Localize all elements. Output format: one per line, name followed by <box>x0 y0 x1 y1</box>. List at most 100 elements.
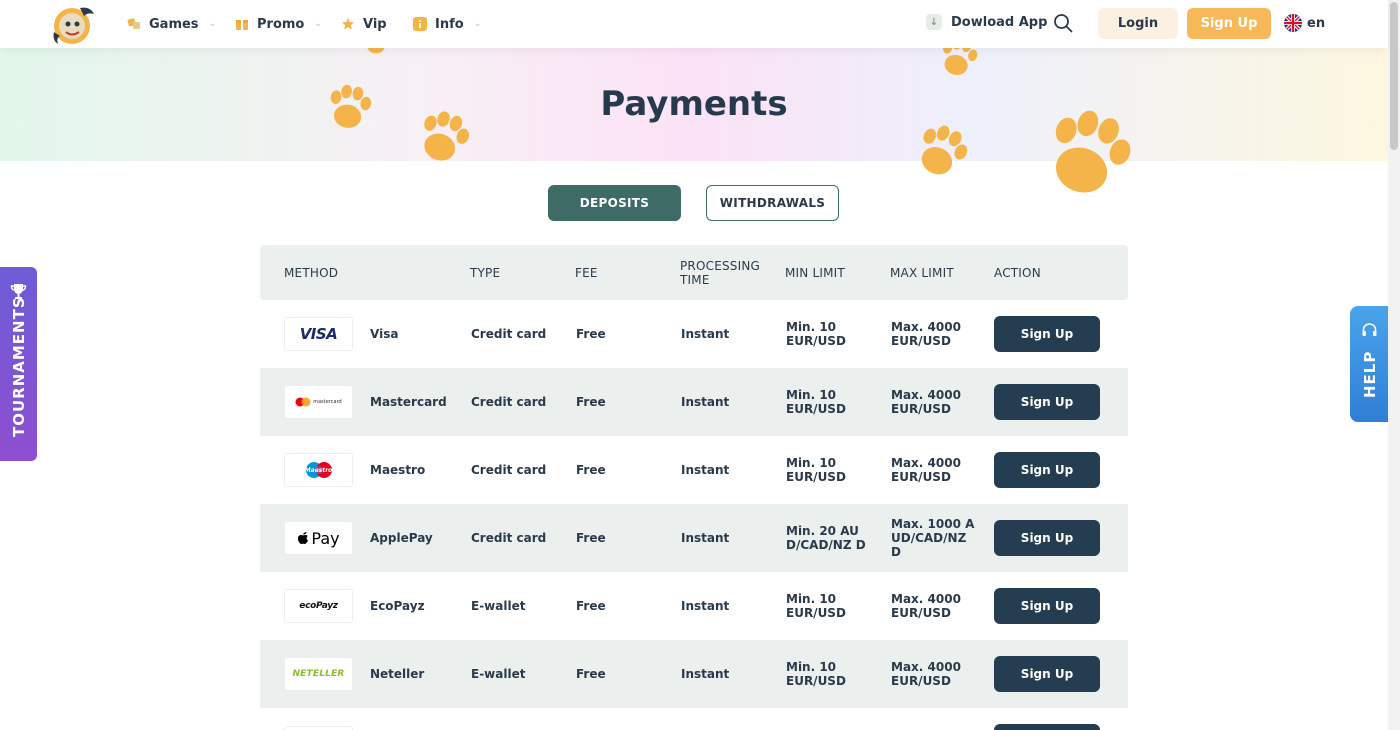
method-max: Max. 4000 EUR/USD <box>891 592 961 620</box>
page-title: Payments <box>600 84 788 124</box>
nav-info[interactable]: Info ⌄ <box>413 14 481 34</box>
method-max: Max. 4000 EUR/USD <box>891 320 961 348</box>
table-row: Maestro Maestro Credit card Free Instant… <box>260 436 1128 504</box>
row-signup-button[interactable]: Sign Up <box>994 452 1100 488</box>
method-min: Min. 10 EUR/USD <box>786 592 846 620</box>
method-max: Max. 1000 AUD/CAD/NZ D <box>891 517 975 559</box>
tournaments-side-tab[interactable]: TOURNAMENTS <box>0 267 37 461</box>
payments-table: METHOD TYPE FEE PROCESSING TIME MIN LIMI… <box>260 245 1128 730</box>
tab-withdrawals[interactable]: WITHDRAWALS <box>706 185 839 221</box>
method-time: Instant <box>681 327 730 341</box>
apple-icon <box>298 532 309 544</box>
method-min: Min. 20 AUD/CAD/NZ D <box>786 524 866 552</box>
method-time: Instant <box>681 395 730 409</box>
language-label: en <box>1307 15 1326 31</box>
method-name: Maestro <box>370 463 426 477</box>
method-name: Visa <box>370 327 399 341</box>
method-type: Credit card <box>471 463 547 477</box>
header-method: METHOD <box>284 265 339 280</box>
mastercard-logo: mastercard <box>284 385 353 419</box>
method-type: Credit card <box>471 327 547 341</box>
method-min: Min. 10 EUR/USD <box>786 456 846 484</box>
method-fee: Free <box>576 667 606 681</box>
method-type: E-wallet <box>471 599 526 613</box>
nav-vip[interactable]: Vip <box>341 14 387 34</box>
scrollbar-thumb[interactable] <box>1390 2 1398 150</box>
tournaments-label: TOURNAMENTS <box>10 296 28 437</box>
method-time: Instant <box>681 531 730 545</box>
table-row: Pay ApplePay Credit card Free Instant Mi… <box>260 504 1128 572</box>
method-name: ApplePay <box>370 531 433 545</box>
method-time: Instant <box>681 667 730 681</box>
login-button[interactable]: Login <box>1098 8 1178 39</box>
header-processing-time: PROCESSING TIME <box>680 258 761 287</box>
row-signup-button[interactable]: Sign Up <box>994 520 1100 556</box>
table-row-partial <box>260 708 1128 730</box>
top-header: Games ⌄ Promo ⌄ Vip Info ⌄ ↓ Dowload App… <box>0 0 1388 48</box>
method-max: Max. 4000 EUR/USD <box>891 456 961 484</box>
search-icon[interactable] <box>1053 13 1073 33</box>
method-time: Instant <box>681 599 730 613</box>
method-fee: Free <box>576 531 606 545</box>
page: Payments Games ⌄ Promo ⌄ Vip Info ⌄ ↓ Do… <box>0 0 1400 730</box>
signup-button[interactable]: Sign Up <box>1187 8 1271 39</box>
download-icon: ↓ <box>926 14 942 30</box>
mastercard-circles-icon <box>295 397 311 407</box>
language-selector[interactable]: en <box>1284 14 1325 32</box>
nav-vip-label: Vip <box>363 16 387 32</box>
info-icon <box>413 17 427 31</box>
neteller-logo: NETELLER <box>284 657 353 691</box>
ecopayz-logo: ecoPayz <box>284 589 353 623</box>
nav-games[interactable]: Games ⌄ <box>127 14 216 34</box>
star-icon <box>342 18 354 30</box>
table-row: ecoPayz EcoPayz E-wallet Free Instant Mi… <box>260 572 1128 640</box>
row-signup-button[interactable]: Sign Up <box>994 384 1100 420</box>
gift-icon <box>236 20 248 30</box>
method-min: Min. 10 EUR/USD <box>786 660 846 688</box>
nav-games-label: Games <box>149 16 199 32</box>
method-type: Credit card <box>471 395 547 409</box>
method-name: Mastercard <box>370 395 447 409</box>
maestro-logo: Maestro <box>284 453 353 487</box>
chevron-down-icon: ⌄ <box>473 19 482 29</box>
header-min-limit: MIN LIMIT <box>785 265 845 280</box>
header-fee: FEE <box>575 265 598 280</box>
header-action: ACTION <box>994 265 1041 280</box>
visa-logo: VISA <box>284 317 353 351</box>
download-app-link[interactable]: ↓ Dowload App <box>926 14 1047 30</box>
table-header: METHOD TYPE FEE PROCESSING TIME MIN LIMI… <box>260 245 1128 300</box>
help-label: HELP <box>1361 350 1379 398</box>
table-row: mastercard Mastercard Credit card Free I… <box>260 368 1128 436</box>
cobra-casino-logo[interactable] <box>50 2 96 46</box>
page-scrollbar[interactable] <box>1388 0 1400 730</box>
method-fee: Free <box>576 327 606 341</box>
nav-promo-label: Promo <box>257 16 305 32</box>
chevron-down-icon: ⌄ <box>314 19 322 29</box>
games-icon <box>127 18 140 29</box>
row-signup-button[interactable]: Sign Up <box>994 656 1100 692</box>
header-type: TYPE <box>470 265 501 280</box>
row-signup-button[interactable]: Sign Up <box>994 316 1100 352</box>
chevron-down-icon: ⌄ <box>208 19 217 29</box>
table-row: NETELLER Neteller E-wallet Free Instant … <box>260 640 1128 708</box>
method-name: Neteller <box>370 667 425 681</box>
method-name: EcoPayz <box>370 599 425 613</box>
uk-flag-icon <box>1284 14 1302 32</box>
tab-deposits[interactable]: DEPOSITS <box>548 185 681 221</box>
method-min: Min. 10 EUR/USD <box>786 388 846 416</box>
method-fee: Free <box>576 395 606 409</box>
table-row: VISA Visa Credit card Free Instant Min. … <box>260 300 1128 368</box>
method-min: Min. 10 EUR/USD <box>786 320 846 348</box>
method-type: Credit card <box>471 531 547 545</box>
partial-logo-box <box>284 726 353 730</box>
method-time: Instant <box>681 463 730 477</box>
row-signup-button[interactable]: Sign Up <box>994 588 1100 624</box>
method-max: Max. 4000 EUR/USD <box>891 388 961 416</box>
method-max: Max. 4000 EUR/USD <box>891 660 961 688</box>
partial-signup-button[interactable] <box>994 724 1100 730</box>
help-side-tab[interactable]: HELP <box>1350 306 1388 422</box>
method-fee: Free <box>576 599 606 613</box>
applepay-logo: Pay <box>284 521 353 555</box>
header-max-limit: MAX LIMIT <box>890 265 954 280</box>
nav-promo[interactable]: Promo ⌄ <box>235 14 322 34</box>
